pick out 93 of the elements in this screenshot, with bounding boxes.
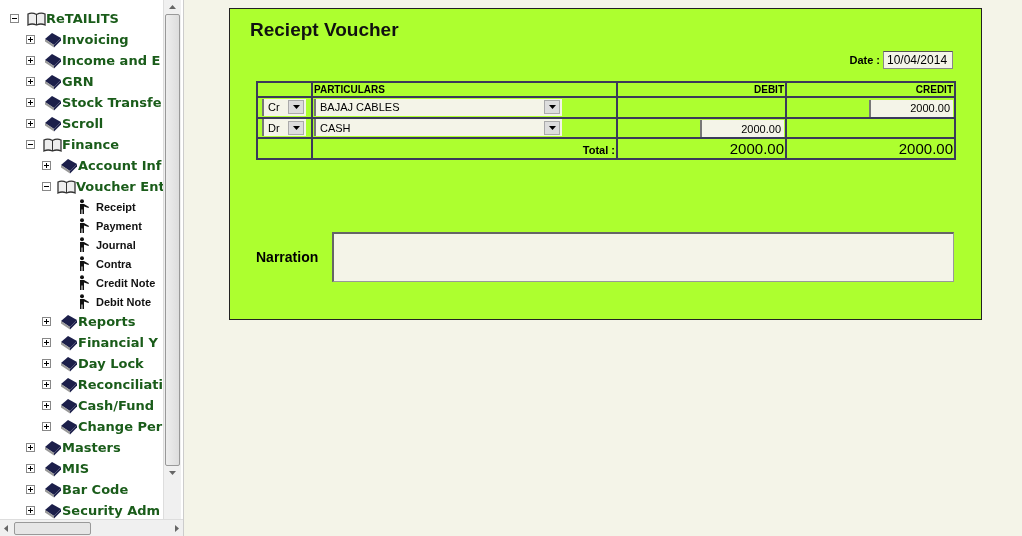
tree-item[interactable]: Scroll: [62, 116, 104, 131]
tree-item[interactable]: Account Inf: [78, 158, 162, 173]
closed-book-icon: [43, 94, 62, 111]
expand-toggle[interactable]: [42, 380, 53, 389]
expand-toggle[interactable]: [42, 161, 53, 170]
expand-toggle[interactable]: [26, 443, 37, 452]
closed-book-icon: [43, 460, 62, 477]
expand-toggle[interactable]: [26, 56, 37, 65]
narration-field[interactable]: [332, 232, 954, 282]
closed-book-icon: [43, 439, 62, 456]
expand-toggle[interactable]: [26, 98, 37, 107]
credit-field[interactable]: 2000.00: [869, 99, 953, 117]
total-credit: 2000.00: [898, 139, 953, 157]
total-debit: 2000.00: [729, 139, 784, 157]
closed-book-icon: [59, 397, 78, 414]
collapse-toggle[interactable]: [42, 182, 51, 191]
person-icon: [77, 275, 90, 290]
closed-book-icon: [43, 31, 62, 48]
open-book-icon: [57, 179, 76, 194]
total-label: Total :: [582, 143, 615, 156]
scroll-thumb[interactable]: [14, 521, 91, 535]
expand-toggle[interactable]: [26, 464, 37, 473]
tree-item[interactable]: ReTAILITS: [46, 11, 119, 26]
closed-book-icon: [59, 157, 78, 174]
type-dropdown[interactable]: Cr: [262, 98, 306, 116]
closed-book-icon: [59, 334, 78, 351]
collapse-toggle[interactable]: [10, 14, 21, 23]
person-icon: [77, 237, 90, 252]
open-book-icon: [43, 137, 62, 152]
person-icon: [77, 218, 90, 233]
closed-book-icon: [59, 355, 78, 372]
tree-item[interactable]: Debit Note: [96, 295, 151, 308]
tree-item[interactable]: Finance: [62, 137, 120, 152]
date-label: Date :: [849, 54, 880, 66]
type-dropdown[interactable]: Dr: [262, 119, 306, 137]
tree-item[interactable]: Masters: [62, 440, 121, 455]
expand-toggle[interactable]: [26, 35, 37, 44]
closed-book-icon: [43, 481, 62, 498]
tree-item[interactable]: Payment: [96, 219, 142, 232]
expand-toggle[interactable]: [26, 119, 37, 128]
expand-toggle[interactable]: [42, 359, 53, 368]
tree-item[interactable]: Contra: [96, 257, 132, 270]
collapse-toggle[interactable]: [26, 140, 37, 149]
horizontal-scrollbar[interactable]: [0, 519, 183, 536]
tree-item[interactable]: Reports: [78, 314, 136, 329]
tree-item[interactable]: Financial Y: [78, 335, 158, 350]
account-dropdown[interactable]: CASH: [314, 119, 562, 137]
person-icon: [77, 199, 90, 214]
tree-item[interactable]: Receipt: [96, 200, 136, 213]
scroll-up-icon[interactable]: [169, 5, 176, 9]
tree-item[interactable]: Cash/Fund: [78, 398, 155, 413]
tree-item[interactable]: Change Per: [78, 419, 163, 434]
expand-toggle[interactable]: [42, 401, 53, 410]
tree-item[interactable]: Day Lock: [78, 356, 144, 371]
tree-item[interactable]: Income and E: [62, 53, 161, 68]
tree-item[interactable]: Security Adm: [62, 503, 161, 518]
date-field[interactable]: 10/04/2014: [883, 51, 953, 69]
closed-book-icon: [59, 313, 78, 330]
scroll-right-icon[interactable]: [175, 524, 179, 532]
tree-item[interactable]: Bar Code: [62, 482, 129, 497]
closed-book-icon: [58, 376, 78, 393]
expand-toggle[interactable]: [42, 422, 53, 431]
closed-book-icon: [43, 502, 62, 519]
debit-field[interactable]: 2000.00: [700, 120, 784, 137]
tree-item[interactable]: Invoicing: [62, 32, 129, 47]
expand-toggle[interactable]: [42, 338, 53, 347]
closed-book-icon: [43, 52, 62, 69]
tree-item[interactable]: MIS: [62, 461, 90, 476]
person-icon: [77, 294, 90, 309]
expand-toggle[interactable]: [26, 506, 37, 515]
tree-item[interactable]: Credit Note: [96, 276, 156, 289]
scroll-down-icon[interactable]: [169, 471, 176, 475]
form-title: Reciept Voucher: [250, 19, 400, 41]
expand-toggle[interactable]: [26, 77, 37, 86]
scroll-left-icon[interactable]: [4, 524, 8, 532]
expand-toggle[interactable]: [26, 485, 37, 494]
closed-book-icon: [43, 73, 62, 90]
open-book-icon: [27, 11, 46, 26]
tree-item[interactable]: Stock Transfe: [62, 95, 162, 110]
closed-book-icon: [43, 115, 62, 132]
tree-item[interactable]: Journal: [96, 238, 136, 251]
column-header: PARTICULARS: [314, 84, 385, 95]
column-header: CREDIT: [915, 84, 953, 95]
tree-item[interactable]: GRN: [62, 74, 94, 89]
closed-book-icon: [59, 418, 78, 435]
column-header: DEBIT: [754, 84, 784, 95]
narration-label: Narration: [256, 249, 320, 265]
vertical-scrollbar[interactable]: [163, 0, 181, 519]
expand-toggle[interactable]: [42, 317, 53, 326]
scroll-thumb[interactable]: [165, 14, 180, 466]
account-dropdown[interactable]: BAJAJ CABLES: [314, 98, 562, 116]
person-icon: [77, 256, 90, 271]
tree-item[interactable]: Reconciliati: [77, 377, 163, 392]
